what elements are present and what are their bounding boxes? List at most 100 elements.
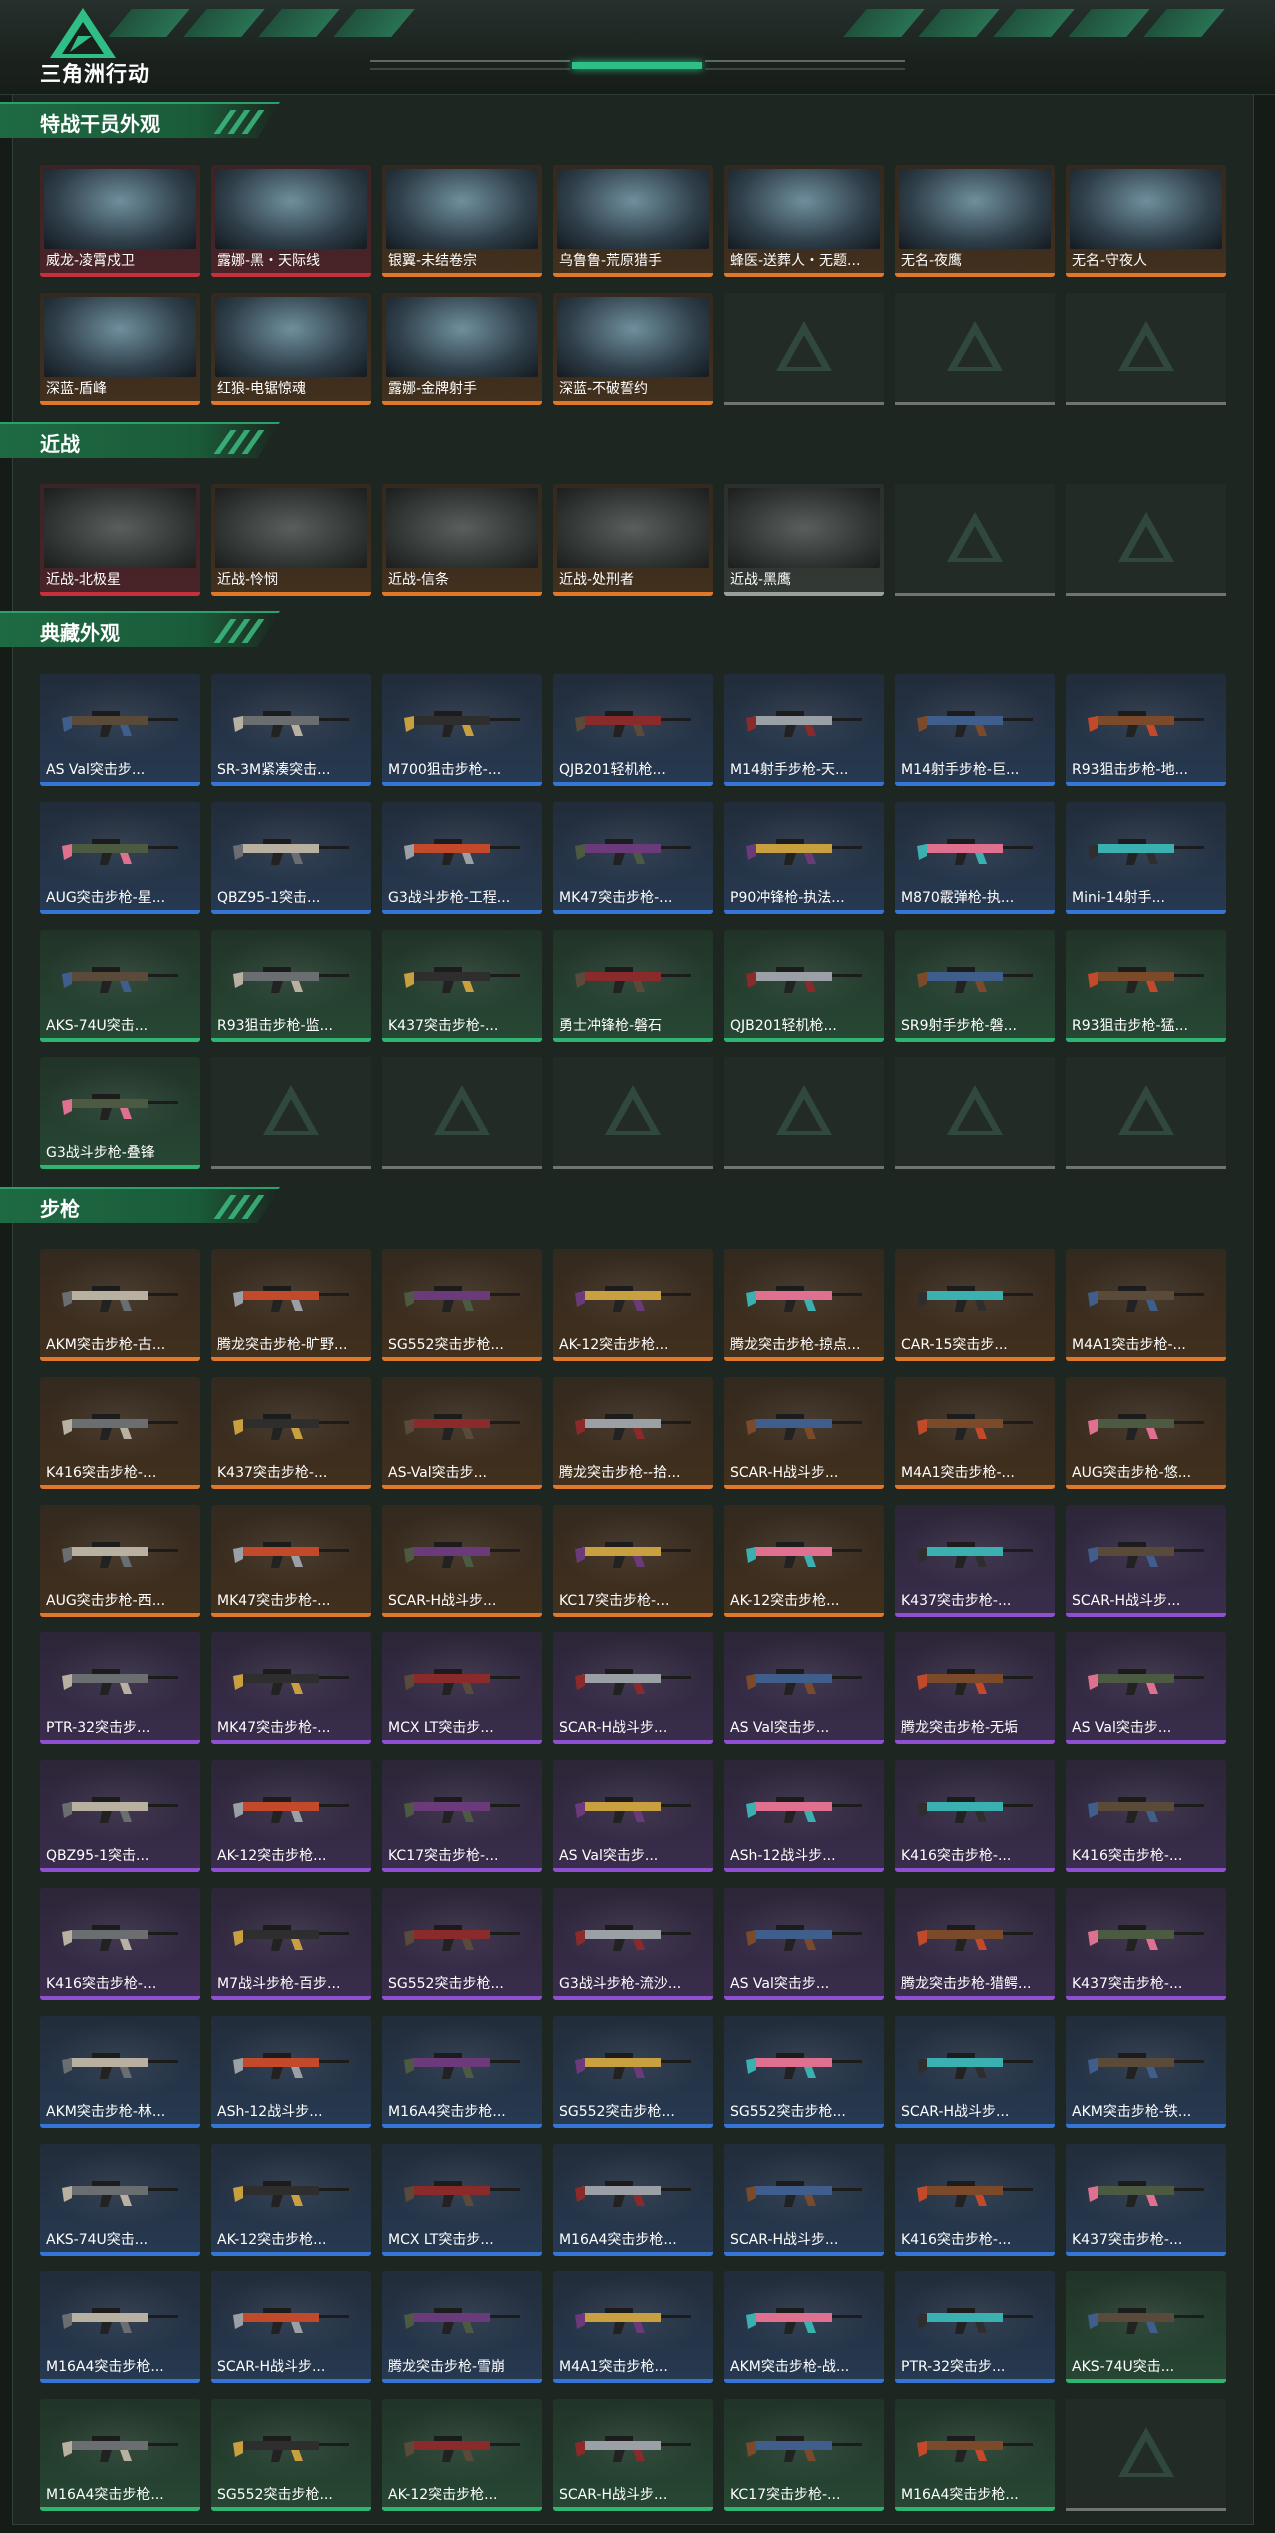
collection-item[interactable]: 腾龙突击步枪-无垢 (895, 1632, 1055, 1744)
collection-item[interactable]: 乌鲁鲁-荒原猎手 (553, 165, 713, 277)
collection-item[interactable]: 蜂医-送葬人・无题... (724, 165, 884, 277)
collection-item[interactable]: QBZ95-1突击... (40, 1760, 200, 1872)
collection-item[interactable]: R93狙击步枪-监... (211, 930, 371, 1042)
collection-item[interactable]: MK47突击步枪-... (211, 1505, 371, 1617)
collection-item[interactable]: K437突击步枪-... (895, 1505, 1055, 1617)
collection-item[interactable]: G3战斗步枪-工程... (382, 802, 542, 914)
collection-item[interactable]: AS Val突击步... (724, 1888, 884, 2000)
collection-item[interactable]: M870霰弹枪-执... (895, 802, 1055, 914)
collection-item[interactable]: 威龙-凌霄戍卫 (40, 165, 200, 277)
collection-item[interactable]: 腾龙突击步枪-旷野... (211, 1249, 371, 1361)
collection-item[interactable]: CAR-15突击步... (895, 1249, 1055, 1361)
collection-item[interactable]: 近战-黑鹰 (724, 484, 884, 596)
collection-item[interactable]: PTR-32突击步... (40, 1632, 200, 1744)
collection-item[interactable]: K437突击步枪-... (211, 1377, 371, 1489)
collection-item[interactable]: M7战斗步枪-百步... (211, 1888, 371, 2000)
collection-item[interactable]: K437突击步枪-... (1066, 2144, 1226, 2256)
collection-item[interactable]: M16A4突击步枪... (40, 2271, 200, 2383)
collection-item[interactable]: MK47突击步枪-... (553, 802, 713, 914)
collection-item[interactable]: 无名-夜鹰 (895, 165, 1055, 277)
collection-item[interactable]: 腾龙突击步枪-猎鳄... (895, 1888, 1055, 2000)
collection-item[interactable]: 深蓝-盾峰 (40, 293, 200, 405)
collection-item[interactable]: AUG突击步枪-星... (40, 802, 200, 914)
collection-item[interactable]: 腾龙突击步枪-掠点... (724, 1249, 884, 1361)
collection-item[interactable]: MCX LT突击步... (382, 2144, 542, 2256)
collection-item[interactable]: AS-Val突击步... (382, 1377, 542, 1489)
collection-item[interactable]: MCX LT突击步... (382, 1632, 542, 1744)
collection-item[interactable]: AS Val突击步... (553, 1760, 713, 1872)
collection-item[interactable]: K416突击步枪-... (40, 1377, 200, 1489)
collection-item[interactable]: AKM突击步枪-战... (724, 2271, 884, 2383)
collection-item[interactable]: 露娜-金牌射手 (382, 293, 542, 405)
collection-item[interactable]: SCAR-H战斗步... (724, 1377, 884, 1489)
collection-item[interactable]: AS Val突击步... (724, 1632, 884, 1744)
collection-item[interactable]: AK-12突击步枪... (382, 2399, 542, 2511)
collection-item[interactable]: M4A1突击步枪-... (1066, 1249, 1226, 1361)
collection-item[interactable]: 近战-信条 (382, 484, 542, 596)
collection-item[interactable]: 腾龙突击步枪--拾... (553, 1377, 713, 1489)
collection-item[interactable]: SCAR-H战斗步... (211, 2271, 371, 2383)
collection-item[interactable]: K437突击步枪-... (1066, 1888, 1226, 2000)
collection-item[interactable]: AKM突击步枪-古... (40, 1249, 200, 1361)
collection-item[interactable]: MK47突击步枪-... (211, 1632, 371, 1744)
collection-item[interactable]: M16A4突击步枪... (382, 2016, 542, 2128)
collection-item[interactable]: 腾龙突击步枪-雪崩 (382, 2271, 542, 2383)
collection-item[interactable]: SG552突击步枪... (553, 2016, 713, 2128)
collection-item[interactable]: AKS-74U突击... (40, 2144, 200, 2256)
collection-item[interactable]: R93狙击步枪-猛... (1066, 930, 1226, 1042)
collection-item[interactable]: AKS-74U突击... (1066, 2271, 1226, 2383)
collection-item[interactable]: SG552突击步枪... (382, 1888, 542, 2000)
collection-item[interactable]: K416突击步枪-... (40, 1888, 200, 2000)
collection-item[interactable]: AKM突击步枪-铁... (1066, 2016, 1226, 2128)
collection-item[interactable]: G3战斗步枪-流沙... (553, 1888, 713, 2000)
collection-item[interactable]: QJB201轻机枪... (724, 930, 884, 1042)
collection-item[interactable]: AUG突击步枪-西... (40, 1505, 200, 1617)
collection-item[interactable]: Mini-14射手... (1066, 802, 1226, 914)
collection-item[interactable]: QJB201轻机枪... (553, 674, 713, 786)
collection-item[interactable]: R93狙击步枪-地... (1066, 674, 1226, 786)
collection-item[interactable]: P90冲锋枪-执法... (724, 802, 884, 914)
collection-item[interactable]: M4A1突击步枪-... (895, 1377, 1055, 1489)
collection-item[interactable]: KC17突击步枪-... (553, 1505, 713, 1617)
collection-item[interactable]: PTR-32突击步... (895, 2271, 1055, 2383)
collection-item[interactable]: SCAR-H战斗步... (553, 1632, 713, 1744)
collection-item[interactable]: AK-12突击步枪... (553, 1249, 713, 1361)
collection-item[interactable]: 银翼-未结卷宗 (382, 165, 542, 277)
collection-item[interactable]: AK-12突击步枪... (211, 1760, 371, 1872)
collection-item[interactable]: M14射手步枪-巨... (895, 674, 1055, 786)
collection-item[interactable]: SG552突击步枪... (724, 2016, 884, 2128)
collection-item[interactable]: K416突击步枪-... (1066, 1760, 1226, 1872)
collection-item[interactable]: M16A4突击步枪... (553, 2144, 713, 2256)
collection-item[interactable]: ASh-12战斗步... (724, 1760, 884, 1872)
collection-item[interactable]: SCAR-H战斗步... (724, 2144, 884, 2256)
collection-item[interactable]: 露娜-黑・天际线 (211, 165, 371, 277)
collection-item[interactable]: 近战-怜悯 (211, 484, 371, 596)
collection-item[interactable]: K416突击步枪-... (895, 2144, 1055, 2256)
collection-item[interactable]: 深蓝-不破誓约 (553, 293, 713, 405)
collection-item[interactable]: AK-12突击步枪... (211, 2144, 371, 2256)
collection-item[interactable]: SG552突击步枪... (211, 2399, 371, 2511)
collection-item[interactable]: SCAR-H战斗步... (895, 2016, 1055, 2128)
collection-item[interactable]: SR-3M紧凑突击... (211, 674, 371, 786)
collection-item[interactable]: 近战-北极星 (40, 484, 200, 596)
collection-item[interactable]: SCAR-H战斗步... (553, 2399, 713, 2511)
collection-item[interactable]: K416突击步枪-... (895, 1760, 1055, 1872)
collection-item[interactable]: 无名-守夜人 (1066, 165, 1226, 277)
collection-item[interactable]: M16A4突击步枪... (895, 2399, 1055, 2511)
collection-item[interactable]: M4A1突击步枪... (553, 2271, 713, 2383)
collection-item[interactable]: SG552突击步枪... (382, 1249, 542, 1361)
collection-item[interactable]: 红狼-电锯惊魂 (211, 293, 371, 405)
collection-item[interactable]: QBZ95-1突击... (211, 802, 371, 914)
collection-item[interactable]: AKS-74U突击... (40, 930, 200, 1042)
collection-item[interactable]: K437突击步枪-... (382, 930, 542, 1042)
collection-item[interactable]: AS Val突击步... (40, 674, 200, 786)
collection-item[interactable]: AK-12突击步枪... (724, 1505, 884, 1617)
collection-item[interactable]: M16A4突击步枪... (40, 2399, 200, 2511)
collection-item[interactable]: KC17突击步枪-... (382, 1760, 542, 1872)
collection-item[interactable]: 近战-处刑者 (553, 484, 713, 596)
collection-item[interactable]: SCAR-H战斗步... (1066, 1505, 1226, 1617)
collection-item[interactable]: M14射手步枪-天... (724, 674, 884, 786)
collection-item[interactable]: SCAR-H战斗步... (382, 1505, 542, 1617)
collection-item[interactable]: AKM突击步枪-林... (40, 2016, 200, 2128)
collection-item[interactable]: AS Val突击步... (1066, 1632, 1226, 1744)
